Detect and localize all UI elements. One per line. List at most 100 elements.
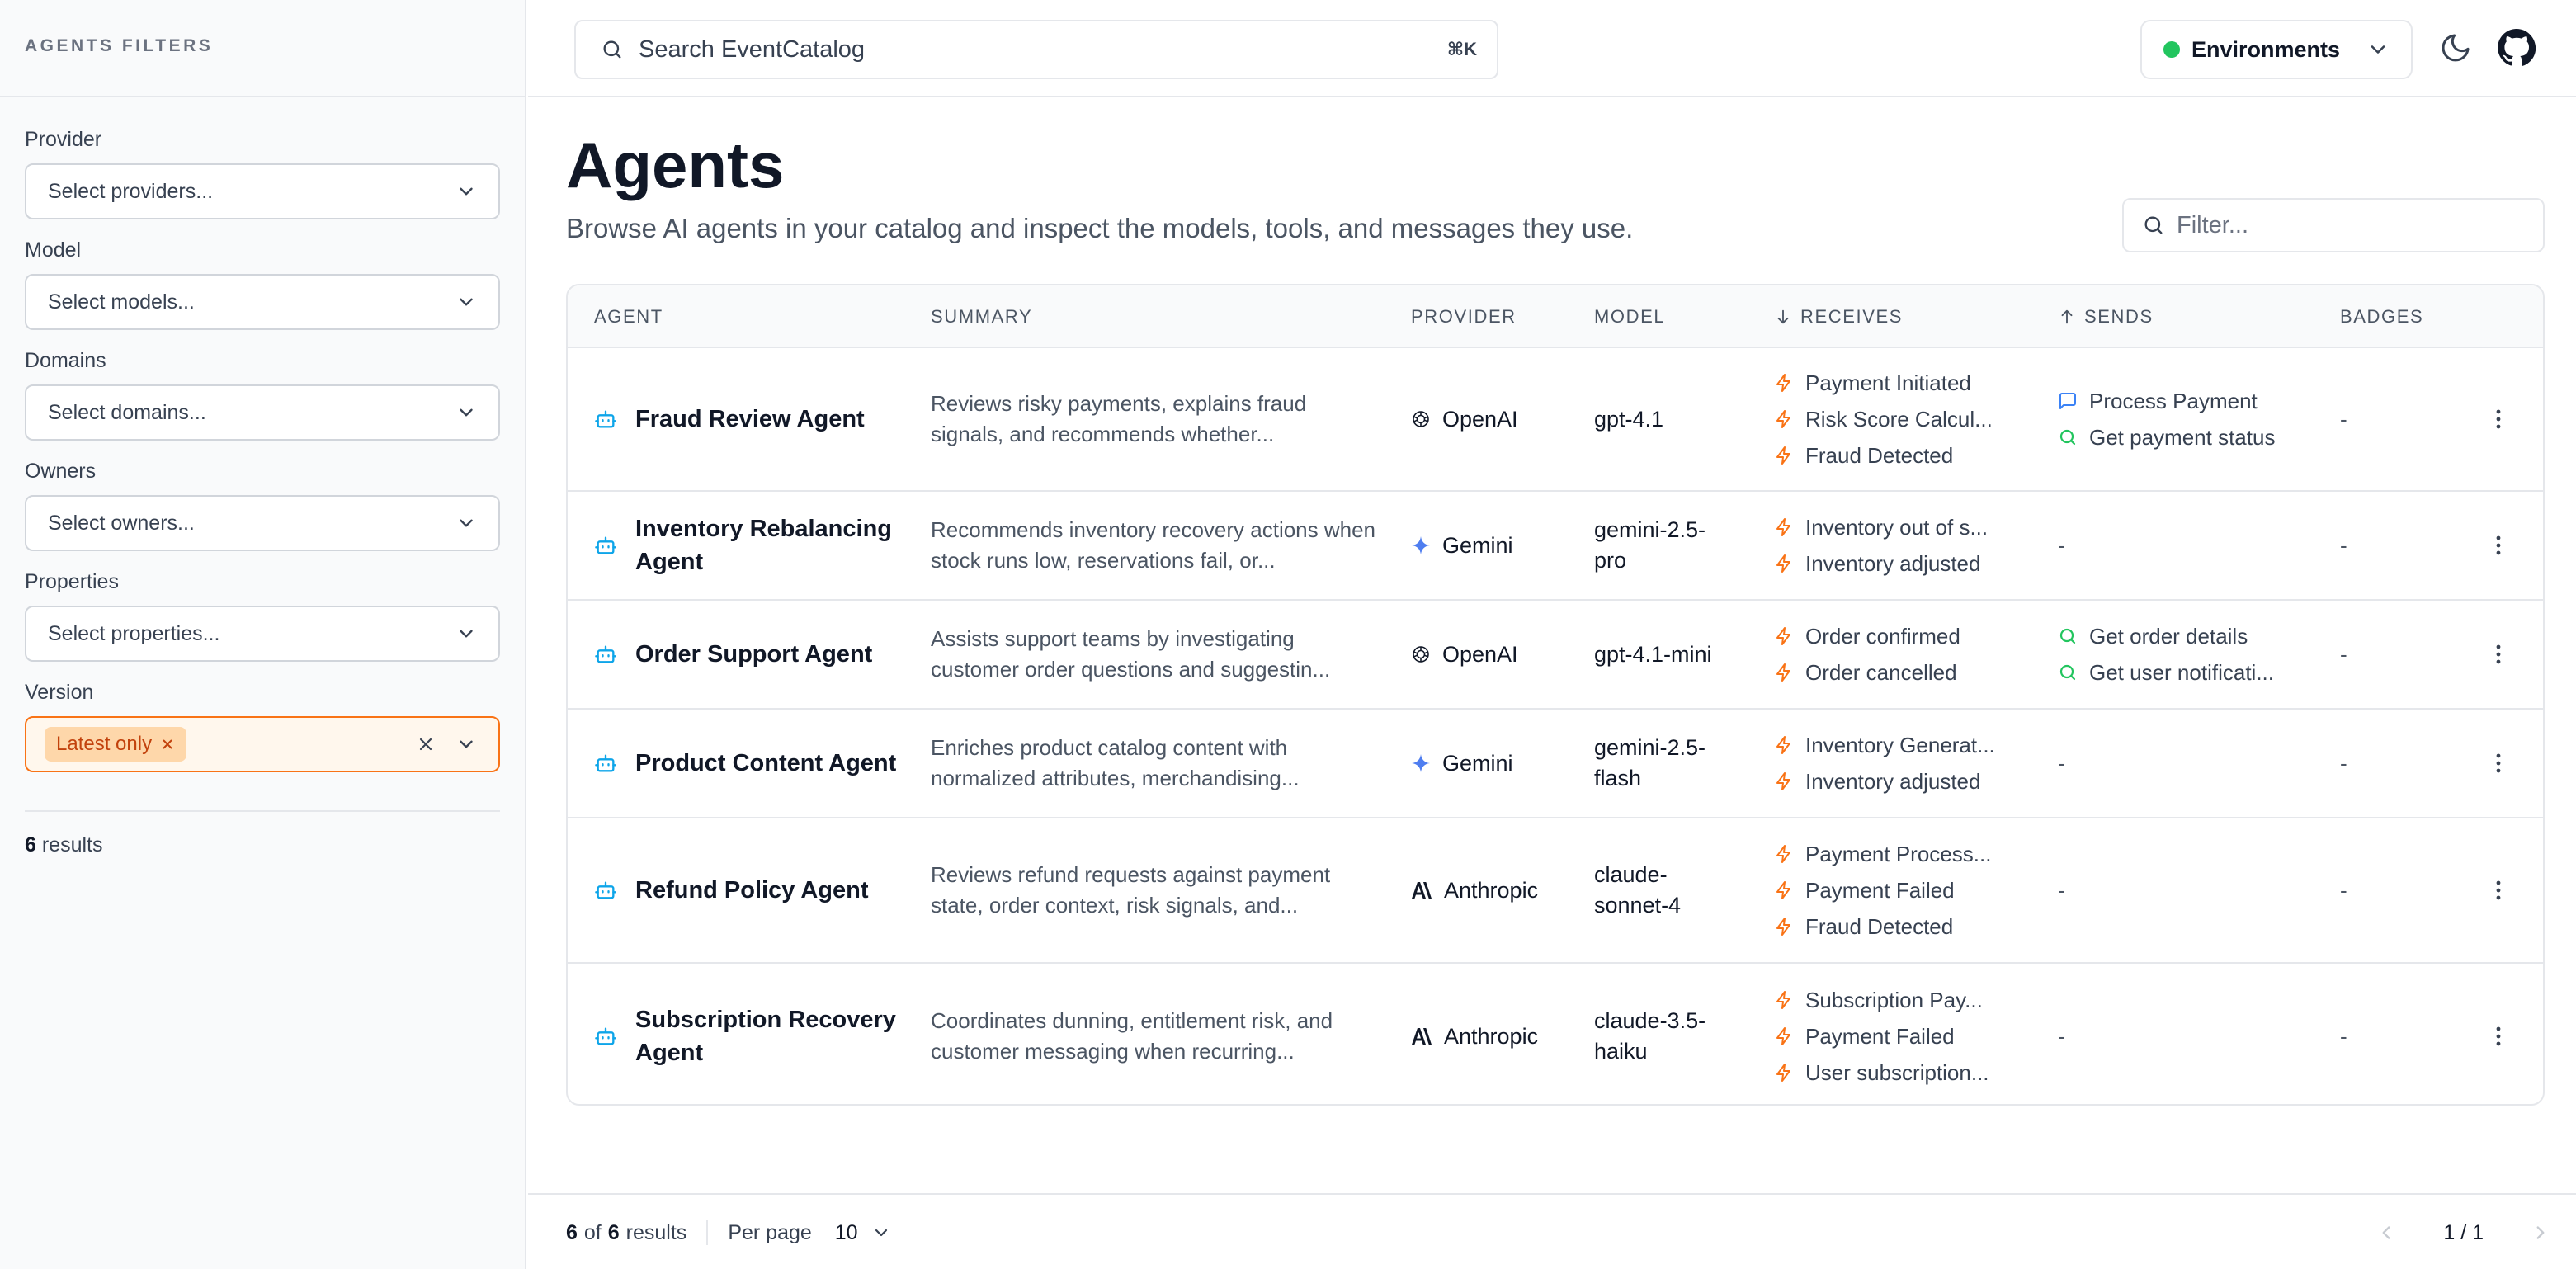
more-actions-icon[interactable] — [2495, 818, 2502, 962]
chip-remove-icon[interactable] — [160, 737, 175, 752]
agent-summary: Enriches product catalog content with no… — [931, 735, 1300, 790]
agents-table: AGENT SUMMARY PROVIDER MODEL RECEIVES SE… — [566, 284, 2545, 1106]
received-message[interactable]: Payment Process... — [1774, 839, 1991, 869]
version-select[interactable]: Latest only — [25, 716, 500, 772]
more-actions-icon[interactable] — [2495, 492, 2502, 599]
properties-filter: Properties Select properties... — [25, 568, 500, 662]
model-select-placeholder: Select models... — [48, 290, 195, 314]
received-message[interactable]: Inventory adjusted — [1774, 767, 1980, 796]
badges-empty: - — [2340, 532, 2347, 558]
agent-cell[interactable]: Order Support Agent — [594, 601, 908, 708]
gemini-icon — [1411, 535, 1431, 555]
received-message[interactable]: Subscription Pay... — [1774, 985, 1983, 1015]
agent-icon — [594, 752, 617, 775]
agent-name[interactable]: Fraud Review Agent — [635, 403, 908, 436]
table-filter[interactable] — [2122, 198, 2545, 252]
table-filter-input[interactable] — [2177, 211, 2525, 239]
domains-select[interactable]: Select domains... — [25, 384, 500, 441]
sent-message-label: Process Payment — [2089, 388, 2258, 413]
more-actions-icon[interactable] — [2495, 348, 2502, 490]
received-message-label: Inventory adjusted — [1805, 550, 1981, 576]
received-message[interactable]: Payment Failed — [1774, 875, 1955, 905]
received-message[interactable]: Inventory out of s... — [1774, 512, 1988, 542]
agent-name[interactable]: Order Support Agent — [635, 638, 908, 671]
clear-icon[interactable] — [416, 734, 436, 754]
more-actions-icon[interactable] — [2495, 710, 2502, 817]
column-summary[interactable]: SUMMARY — [931, 285, 1032, 348]
more-actions-icon[interactable] — [2495, 964, 2502, 1104]
receives-cell: Subscription Pay... Payment Failed User su… — [1774, 964, 1989, 1104]
agent-name[interactable]: Refund Policy Agent — [635, 874, 908, 907]
received-message[interactable]: Risk Score Calcul... — [1774, 404, 1993, 434]
badges-empty: - — [2340, 750, 2347, 776]
received-message[interactable]: Order confirmed — [1774, 621, 1960, 651]
model-name: gpt-4.1-mini — [1594, 641, 1712, 667]
summary-cell: Recommends inventory recovery actions wh… — [931, 492, 1376, 599]
environments-dropdown[interactable]: Environments — [2140, 20, 2413, 79]
table-row[interactable]: Fraud Review Agent Reviews risky payments… — [568, 348, 2543, 492]
more-actions-icon[interactable] — [2495, 601, 2502, 708]
column-badges[interactable]: BADGES — [2340, 285, 2423, 348]
received-message-label: Fraud Detected — [1805, 913, 1954, 939]
summary-cell: Reviews refund requests against payment … — [931, 818, 1376, 962]
table-row[interactable]: Refund Policy Agent Reviews refund reques… — [568, 818, 2543, 964]
received-message[interactable]: Order cancelled — [1774, 658, 1957, 687]
agent-name[interactable]: Inventory Rebalancing Agent — [635, 512, 908, 578]
column-agent[interactable]: AGENT — [594, 285, 663, 348]
search-bar[interactable]: Search EventCatalog ⌘K — [574, 20, 1498, 79]
chevron-down-icon — [455, 402, 477, 423]
openai-icon — [1411, 409, 1431, 429]
badges-empty: - — [2340, 877, 2347, 903]
openai-icon — [1411, 644, 1431, 664]
agent-name[interactable]: Product Content Agent — [635, 747, 908, 780]
column-provider[interactable]: PROVIDER — [1411, 285, 1517, 348]
chevron-left-icon[interactable] — [2375, 1222, 2397, 1243]
agent-cell[interactable]: Fraud Review Agent — [594, 348, 908, 490]
received-message[interactable]: Payment Initiated — [1774, 368, 1971, 398]
table-row[interactable]: Order Support Agent Assists support teams… — [568, 601, 2543, 710]
column-sends[interactable]: SENDS — [2058, 285, 2154, 348]
received-message-label: Inventory Generat... — [1805, 732, 1995, 757]
received-message[interactable]: Inventory Generat... — [1774, 730, 1995, 760]
search-shortcut: ⌘K — [1446, 39, 1477, 59]
agent-cell[interactable]: Subscription Recovery Agent — [594, 964, 908, 1104]
column-receives[interactable]: RECEIVES — [1774, 285, 1903, 348]
model-select[interactable]: Select models... — [25, 274, 500, 330]
agent-cell[interactable]: Product Content Agent — [594, 710, 908, 817]
sidebar-header: AGENTS FILTERS — [0, 0, 525, 97]
sent-message[interactable]: Get order details — [2058, 621, 2248, 651]
table-row[interactable]: Subscription Recovery Agent Coordinates d… — [568, 964, 2543, 1104]
column-sends-label: SENDS — [2084, 306, 2154, 327]
received-message[interactable]: Inventory adjusted — [1774, 549, 1980, 578]
properties-select[interactable]: Select properties... — [25, 606, 500, 662]
version-filter-label: Version — [25, 681, 94, 704]
chevron-down-icon — [455, 623, 477, 644]
table-row[interactable]: Product Content Agent Enriches product ca… — [568, 710, 2543, 818]
owners-select[interactable]: Select owners... — [25, 495, 500, 551]
received-message-label: Risk Score Calcul... — [1805, 406, 1993, 432]
per-page-select[interactable]: 10 — [835, 1221, 891, 1245]
received-message[interactable]: Fraud Detected — [1774, 441, 1953, 470]
received-message[interactable]: Payment Failed — [1774, 1021, 1955, 1051]
table-row[interactable]: Inventory Rebalancing Agent Recommends in… — [568, 492, 2543, 601]
agent-cell[interactable]: Inventory Rebalancing Agent — [594, 492, 908, 599]
provider-select[interactable]: Select providers... — [25, 163, 500, 219]
column-model[interactable]: MODEL — [1594, 285, 1665, 348]
sent-message[interactable]: Get payment status — [2058, 422, 2275, 452]
chevron-right-icon[interactable] — [2530, 1222, 2551, 1243]
receives-cell: Order confirmed Order cancelled — [1774, 601, 1960, 708]
results-total: 6 — [607, 1220, 620, 1244]
provider-filter-label: Provider — [25, 128, 102, 151]
github-icon[interactable] — [2497, 28, 2536, 68]
event-icon — [1774, 917, 1794, 936]
provider-name: OpenAI — [1442, 406, 1518, 432]
agent-name[interactable]: Subscription Recovery Agent — [635, 1003, 908, 1069]
received-message[interactable]: Fraud Detected — [1774, 912, 1953, 941]
moon-icon[interactable] — [2439, 31, 2472, 64]
sent-message[interactable]: Get user notificati... — [2058, 658, 2274, 687]
sent-message[interactable]: Process Payment — [2058, 386, 2258, 416]
event-icon — [1774, 409, 1794, 429]
received-message[interactable]: User subscription... — [1774, 1058, 1989, 1087]
badges-empty: - — [2340, 641, 2347, 667]
agent-cell[interactable]: Refund Policy Agent — [594, 818, 908, 962]
